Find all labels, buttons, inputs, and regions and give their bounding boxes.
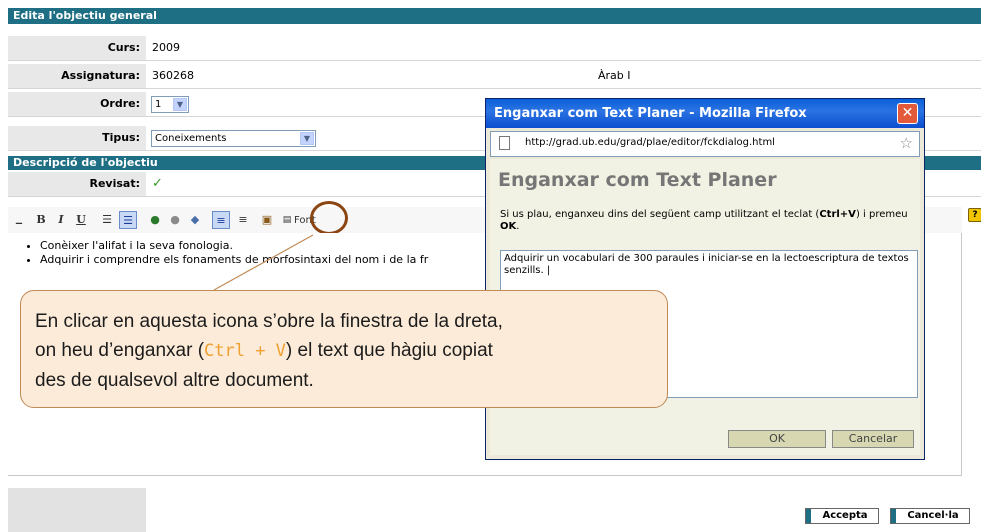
bottom-label-cell: [8, 488, 146, 532]
callout-line: En clicar en aquesta icona s’obre la fin…: [35, 311, 503, 332]
annotation-callout: En clicar en aquesta icona s’obre la fin…: [20, 290, 668, 408]
page-icon: [499, 136, 510, 150]
bookmark-star-icon[interactable]: ☆: [900, 134, 913, 152]
callout-text: ) el text que hàgiu copiat: [285, 340, 493, 361]
cancel-button[interactable]: Cancelar: [832, 430, 914, 448]
instr-text: Si us plau, enganxeu dins del següent ca…: [500, 209, 820, 220]
url-bar: http://grad.ub.edu/grad/plae/editor/fckd…: [490, 131, 920, 157]
close-icon[interactable]: ✕: [897, 103, 918, 124]
instr-text: .: [516, 221, 520, 232]
callout-shortcut: Ctrl + V: [204, 341, 286, 361]
instr-text: ) i premeu: [855, 209, 908, 220]
callout-line: on heu d’enganxar (Ctrl + V) el text que…: [35, 336, 653, 366]
instr-key: Ctrl+V: [819, 209, 856, 220]
dialog-titlebar: Enganxar com Text Planer - Mozilla Firef…: [486, 99, 924, 128]
dialog-instructions: Si us plau, enganxeu dins del següent ca…: [500, 209, 912, 233]
ok-button[interactable]: OK: [728, 430, 826, 448]
dialog-heading: Enganxar com Text Planer: [498, 169, 777, 191]
instr-ok: OK: [500, 221, 517, 232]
dialog-title: Enganxar com Text Planer - Mozilla Firef…: [494, 106, 807, 121]
cancel-main-button[interactable]: Cancel·la: [890, 508, 970, 524]
callout-text: on heu d’enganxar (: [35, 340, 205, 361]
callout-line: des de qualsevol altre document.: [35, 370, 314, 391]
url-text: http://grad.ub.edu/grad/plae/editor/fckd…: [525, 137, 775, 148]
accept-button[interactable]: Accepta: [805, 508, 879, 524]
